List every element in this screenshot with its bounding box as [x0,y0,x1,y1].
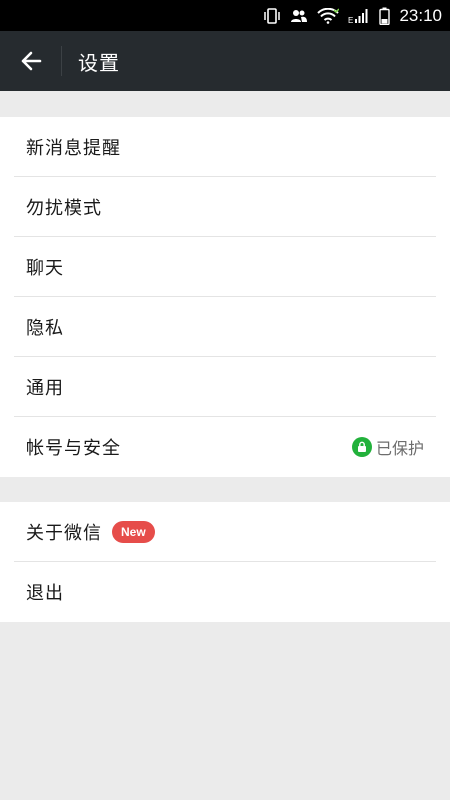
new-badge: New [112,520,155,543]
vibrate-icon [263,7,281,25]
status-time: 23:10 [399,5,442,25]
arrow-left-icon [21,51,41,71]
settings-item-do-not-disturb[interactable]: 勿扰模式 [14,177,436,237]
security-status-text: 已保护 [375,439,424,458]
settings-item-chat[interactable]: 聊天 [14,237,436,297]
settings-item-about[interactable]: 关于微信 New [14,502,436,562]
settings-item-label: 勿扰模式 [26,197,102,219]
settings-item-privacy[interactable]: 隐私 [14,297,436,357]
settings-item-label: 通用 [26,377,64,399]
security-status: 已保护 [351,435,424,459]
contacts-icon [290,8,308,24]
settings-item-notifications[interactable]: 新消息提醒 [14,117,436,177]
settings-item-label: 退出 [26,583,64,604]
page-title: 设置 [78,50,120,75]
settings-item-label: 新消息提醒 [26,137,121,159]
header-divider [61,46,62,76]
app-bar: 设置 [0,31,450,91]
settings-item-label: 关于微信 [26,522,102,544]
wifi-icon [317,7,340,24]
settings-item-label: 聊天 [26,257,64,279]
settings-group-secondary: 关于微信 New 退出 [0,502,450,622]
lock-icon [351,437,372,457]
status-bar: E 23:10 [0,0,450,31]
settings-item-general[interactable]: 通用 [14,357,436,417]
settings-item-logout[interactable]: 退出 [14,562,436,622]
settings-item-about-left: 关于微信 New [26,519,155,545]
battery-icon [379,7,391,25]
settings-group-main: 新消息提醒 勿扰模式 聊天 隐私 通用 帐号与安全 已保护 [0,117,450,477]
svg-text:E: E [348,16,353,24]
settings-item-account-security[interactable]: 帐号与安全 已保护 [14,417,436,477]
signal-icon: E [348,8,370,24]
back-button[interactable] [0,31,61,91]
settings-item-label: 隐私 [26,317,64,339]
settings-item-label: 帐号与安全 [26,438,121,459]
